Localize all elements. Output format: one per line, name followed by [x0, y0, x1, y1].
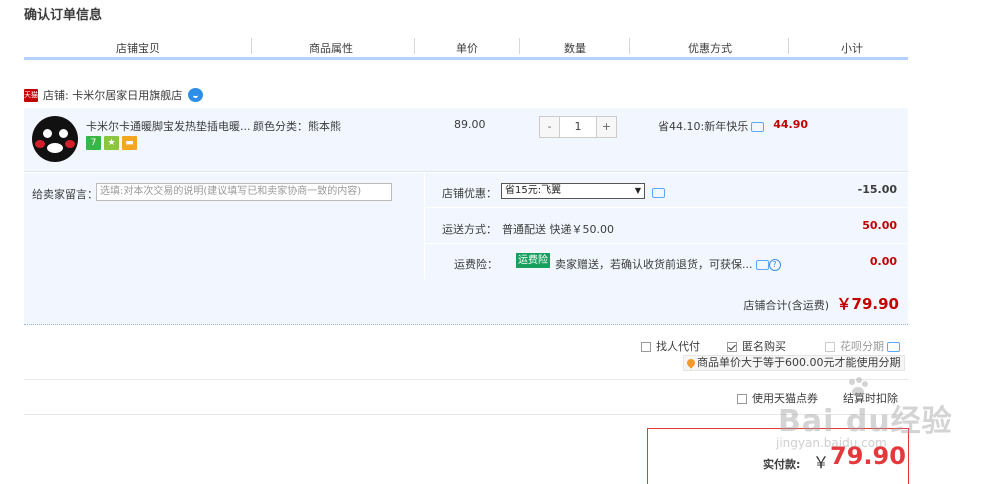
tmall-points-option[interactable]: 使用天猫点券: [737, 390, 818, 406]
row-divider: [425, 207, 908, 208]
payment-currency: ￥: [813, 453, 830, 472]
installment-hint: 商品单价大于等于600.00元才能使用分期: [683, 355, 905, 371]
thumbnail-cheek: [35, 140, 45, 148]
tmall-points-label: 使用天猫点券: [752, 392, 818, 405]
product-attribute: 颜色分类：熊本熊: [253, 120, 341, 133]
column-header: 数量: [564, 42, 586, 55]
payment-label: 实付款:: [763, 458, 801, 471]
column-header: 优惠方式: [688, 42, 732, 55]
thumbnail-eye: [43, 129, 52, 138]
help-icon[interactable]: ?: [768, 259, 781, 271]
panel-divider: [424, 173, 425, 279]
quantity-decrease-button[interactable]: -: [540, 117, 559, 137]
column-divider: [788, 38, 789, 54]
thumbnail-eye: [59, 129, 68, 138]
column-header: 店铺宝贝: [116, 42, 160, 55]
proxy-pay-label: 找人代付: [656, 340, 700, 353]
chevron-down-icon: ▼: [634, 186, 641, 195]
page-title: 确认订单信息: [24, 8, 103, 23]
promotion-text: 省44.10:新年快乐: [658, 120, 749, 133]
column-divider: [414, 38, 415, 54]
shop-promo-amount: -15.00: [857, 183, 897, 196]
payment-amount: 79.90: [830, 442, 906, 470]
quantity-stepper: - 1 +: [539, 116, 617, 138]
order-item-row: 卡米尔卡通暖脚宝发热垫插电暖... 颜色分类：熊本熊 7 ★ ▬ 89.00 -…: [24, 108, 908, 172]
tmall-points-checkbox[interactable]: [737, 394, 747, 404]
chat-with-seller-icon[interactable]: [188, 88, 204, 102]
table-header: 店铺宝贝 商品属性 单价 数量 优惠方式 小计: [24, 36, 908, 60]
shipping-method: 普通配送 快递￥50.00: [502, 223, 614, 236]
anonymous-buy-checkbox[interactable]: [727, 342, 737, 352]
installment-label: 花呗分期: [840, 340, 884, 353]
installment-checkbox[interactable]: [825, 342, 835, 352]
product-thumbnail[interactable]: [32, 116, 78, 162]
proxy-pay-checkbox[interactable]: [641, 342, 651, 352]
service-badges: 7 ★ ▬: [86, 136, 137, 150]
comment-icon[interactable]: [652, 188, 665, 198]
anonymous-buy-label: 匿名购买: [742, 340, 786, 353]
comment-icon[interactable]: [755, 260, 769, 270]
anonymous-buy-option[interactable]: 匿名购买: [727, 338, 786, 354]
insurance-description: 卖家赠送，若确认收货前退货，可获保...?: [555, 256, 781, 272]
shop-promo-selected: 省15元:飞翼: [505, 185, 562, 196]
seller-message-label: 给卖家留言：: [32, 188, 98, 201]
row-divider: [425, 243, 908, 244]
unit-price: 89.00: [454, 118, 486, 131]
seller-message-input[interactable]: 选填:对本次交易的说明(建议填写已和卖家协商一致的内容): [96, 183, 392, 201]
item-promotion: 省44.10:新年快乐: [658, 118, 765, 134]
quantity-increase-button[interactable]: +: [597, 117, 616, 137]
installment-hint-text: 商品单价大于等于600.00元才能使用分期: [697, 356, 901, 369]
column-header: 单价: [456, 42, 478, 55]
column-header: 商品属性: [309, 42, 353, 55]
shop-total-amount: ￥79.90: [836, 295, 899, 313]
column-divider: [629, 38, 630, 54]
seven-day-return-icon[interactable]: 7: [86, 136, 101, 150]
insurance-tag: 运费险: [516, 253, 550, 268]
column-divider: [519, 38, 520, 54]
shop-name-link[interactable]: 店铺: 卡米尔居家日用旗舰店: [43, 87, 182, 103]
shipping-label: 运送方式：: [442, 223, 497, 236]
item-subtotal: 44.90: [773, 118, 808, 131]
insurance-label: 运费险：: [454, 258, 498, 271]
column-divider: [251, 38, 252, 54]
product-name-link[interactable]: 卡米尔卡通暖脚宝发热垫插电暖...: [86, 118, 251, 134]
thumbnail-cheek: [65, 140, 75, 148]
shop-header: 天猫 店铺: 卡米尔居家日用旗舰店: [24, 85, 204, 105]
column-header: 小计: [841, 42, 863, 55]
installment-option[interactable]: 花呗分期: [825, 338, 900, 354]
comment-icon[interactable]: [887, 342, 900, 352]
credit-card-icon[interactable]: ▬: [122, 136, 137, 150]
guarantee-icon[interactable]: ★: [104, 136, 119, 150]
tmall-shop-icon: 天猫: [24, 88, 38, 102]
comment-icon[interactable]: [751, 122, 765, 132]
shipping-amount: 50.00: [862, 219, 897, 232]
insurance-description-text: 卖家赠送，若确认收货前退货，可获保...: [555, 258, 753, 271]
order-options-panel: 给卖家留言： 选填:对本次交易的说明(建议填写已和卖家协商一致的内容) 店铺优惠…: [24, 173, 908, 325]
insurance-amount: 0.00: [869, 255, 897, 268]
section-divider: [24, 414, 908, 415]
shop-promo-label: 店铺优惠：: [442, 187, 497, 200]
tmall-points-note: 结算时扣除: [843, 392, 898, 405]
shop-promo-select[interactable]: 省15元:飞翼 ▼: [501, 183, 645, 199]
thumbnail-mouth: [47, 143, 63, 153]
proxy-pay-option[interactable]: 找人代付: [641, 338, 700, 354]
shop-total-label: 店铺合计(含运费): [743, 299, 829, 312]
location-pin-icon: [685, 357, 697, 369]
section-divider: [24, 379, 908, 380]
quantity-input[interactable]: 1: [559, 117, 597, 137]
